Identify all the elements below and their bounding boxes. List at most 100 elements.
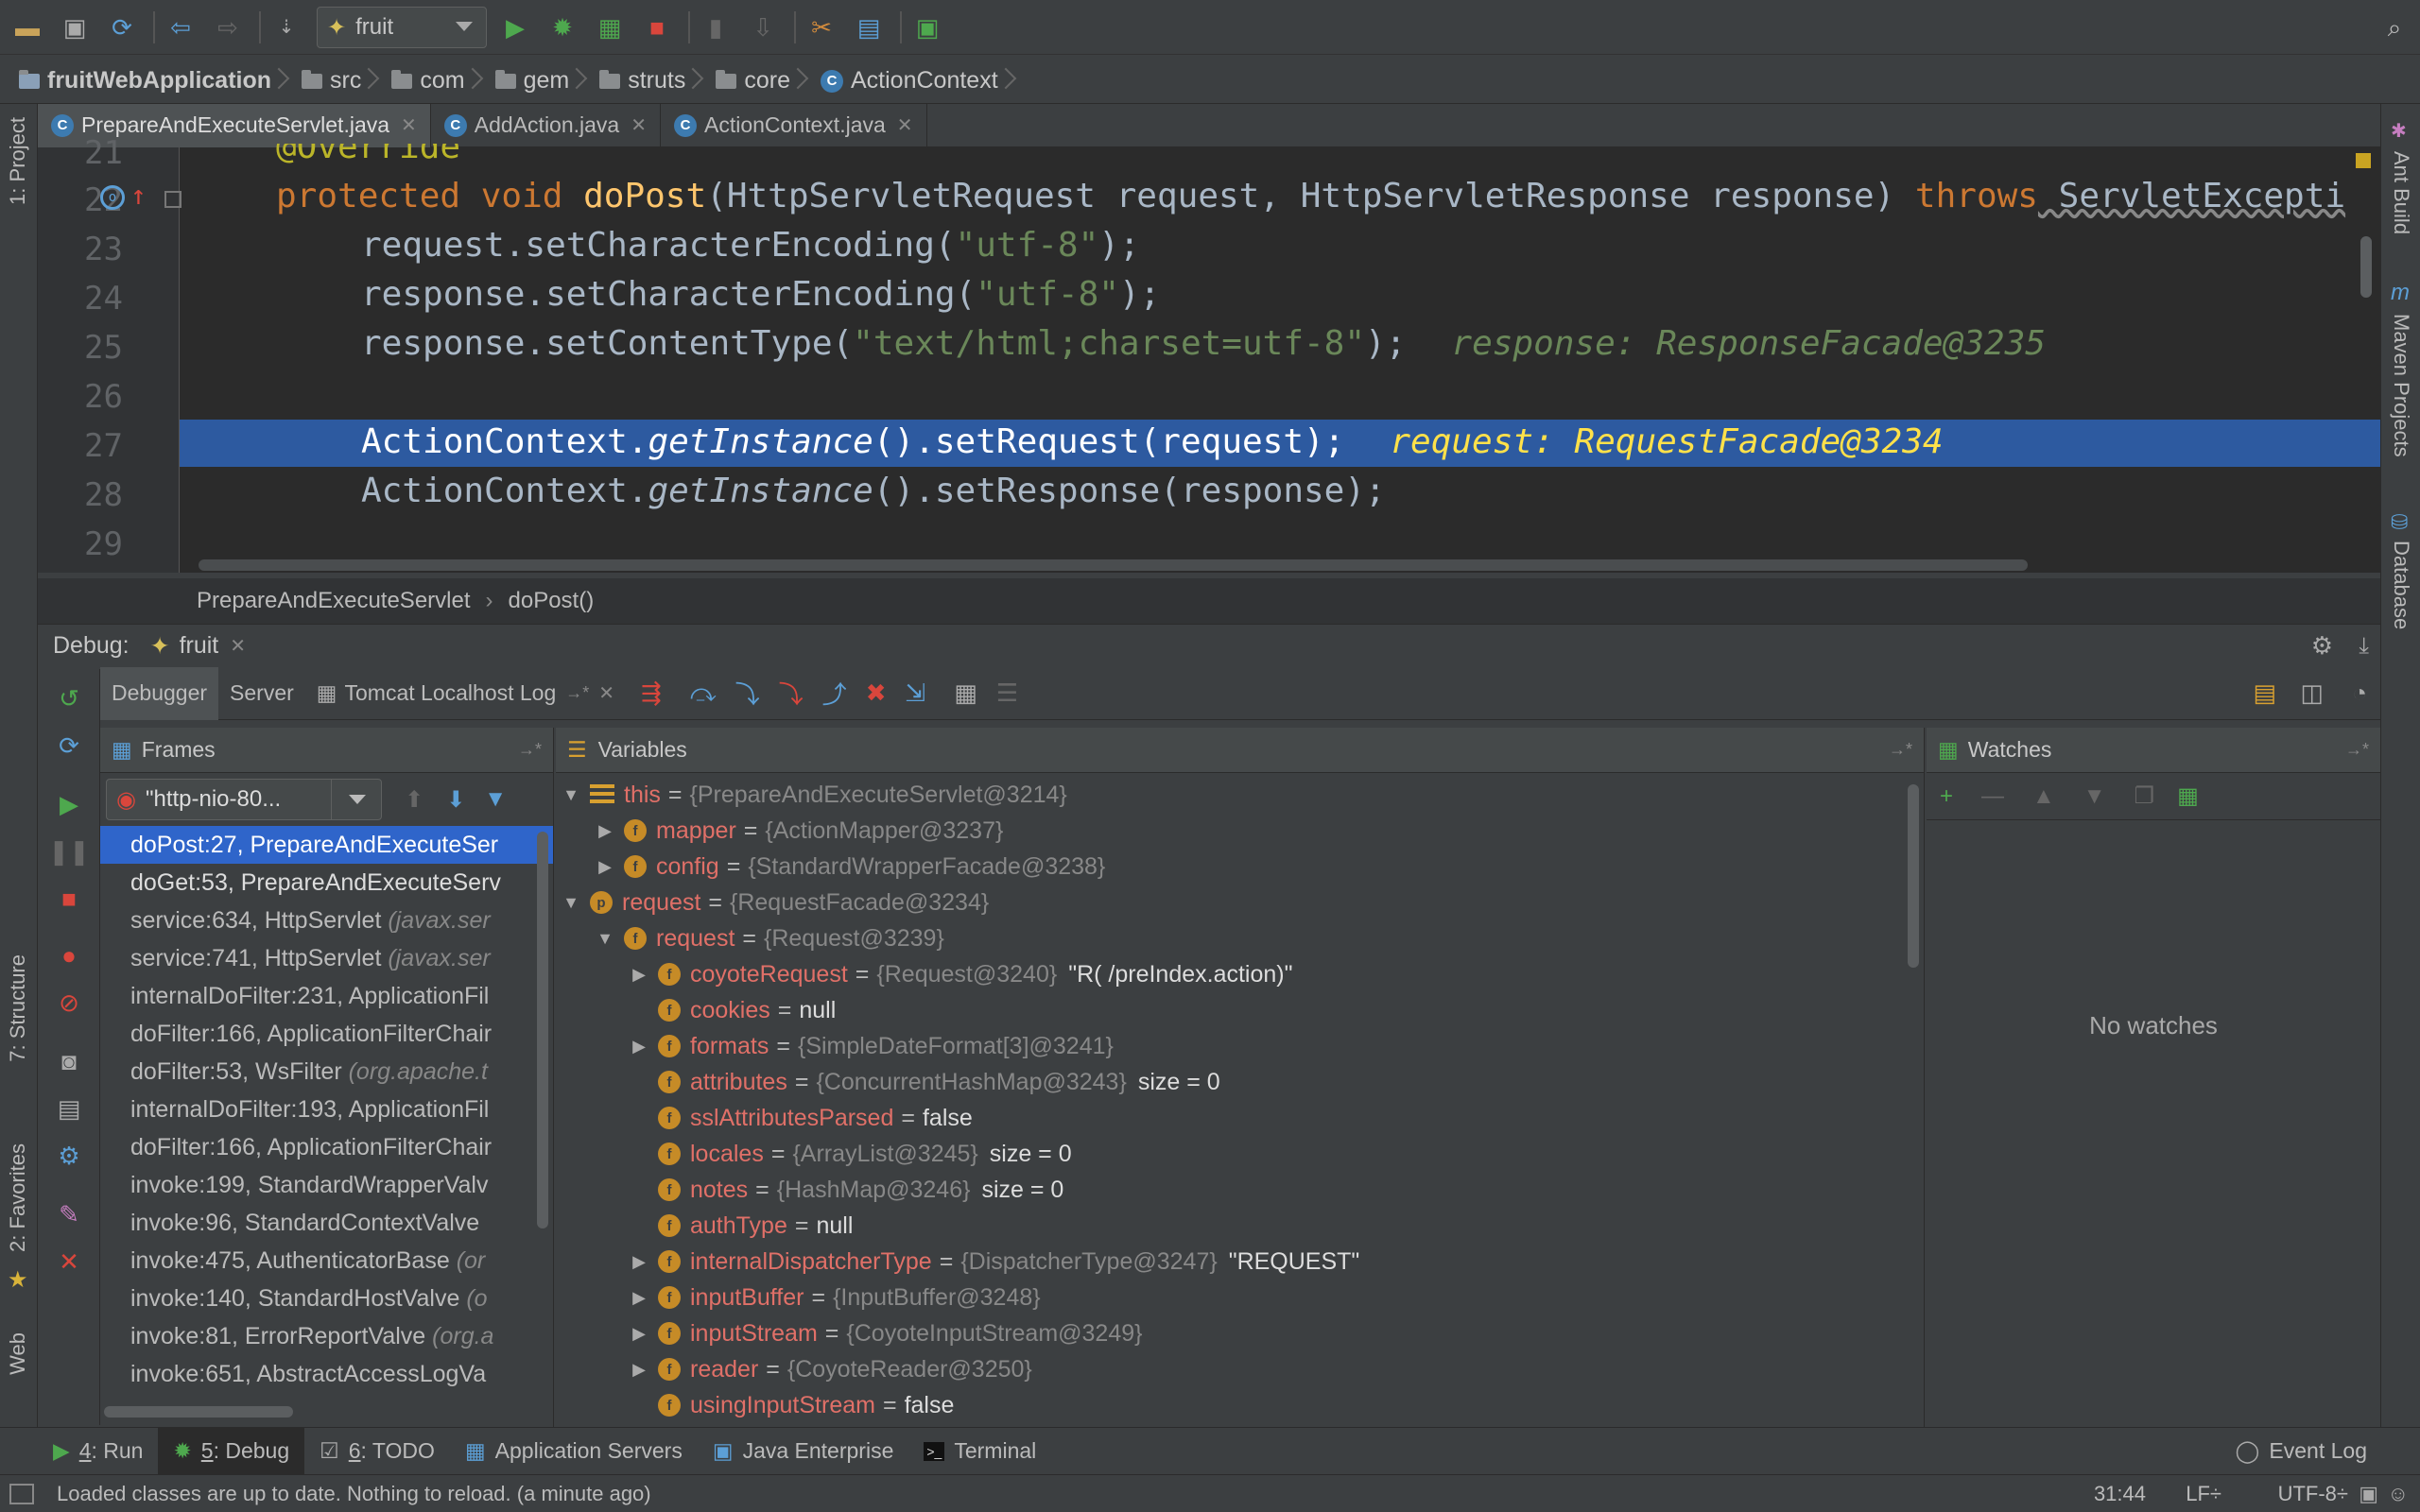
tab-action-context[interactable]: C ActionContext.java ✕ xyxy=(661,103,927,147)
pause-icon[interactable]: ❚❚ xyxy=(48,835,90,868)
tool-windows-icon[interactable] xyxy=(9,1483,34,1504)
variable-row[interactable]: f notes = {HashMap@3246} size = 0 xyxy=(556,1172,1924,1208)
expand-icon[interactable]: ▶ xyxy=(596,821,614,841)
step-into-icon[interactable]: ⤵ xyxy=(735,676,760,711)
frame-item[interactable]: doPost:27, PrepareAndExecuteSer xyxy=(100,826,553,864)
file-encoding[interactable]: UTF-8÷ xyxy=(2278,1482,2348,1506)
tab-terminal[interactable]: >_ Terminal xyxy=(908,1428,1051,1475)
variable-row[interactable]: f authType = null xyxy=(556,1208,1924,1244)
tab-run[interactable]: ▶ 4: Run xyxy=(38,1428,158,1475)
variable-row[interactable]: f cookies = null xyxy=(556,992,1924,1028)
favorites-tool-button[interactable]: 2: Favorites xyxy=(6,1143,30,1252)
tab-event-log[interactable]: ◯ Event Log xyxy=(2221,1428,2382,1475)
tab-todo[interactable]: ☑ 6: TODO xyxy=(304,1428,450,1475)
project-structure-icon[interactable]: ▤ xyxy=(853,11,885,43)
tab-debugger[interactable]: Debugger xyxy=(100,666,219,720)
camera-icon[interactable]: ◙ xyxy=(53,1045,85,1077)
resume-icon[interactable]: ▶ xyxy=(53,788,85,820)
layout-icon[interactable]: ▤ xyxy=(2253,679,2276,708)
move-down-icon[interactable]: ▼ xyxy=(2083,783,2106,810)
sync-icon[interactable]: ⟳ xyxy=(106,11,138,43)
back-icon[interactable]: ⇦ xyxy=(164,11,197,43)
project-tool-button[interactable]: 1: Project xyxy=(6,117,30,205)
watch-settings-icon[interactable]: ▦ xyxy=(2177,782,2199,810)
pin-icon[interactable]: →* xyxy=(518,740,542,760)
line-separator[interactable]: LF÷ xyxy=(2186,1482,2221,1506)
ant-build-tool-button[interactable]: Ant Build xyxy=(2389,151,2413,234)
collapse-icon[interactable]: ▼ xyxy=(596,929,614,949)
coverage-icon[interactable]: ▦ xyxy=(594,11,626,43)
show-execution-point-icon[interactable]: ⇶ xyxy=(641,679,662,708)
thread-select[interactable]: ◉ "http-nio-80... xyxy=(106,779,382,820)
variable-row[interactable]: ▶ f formats = {SimpleDateFormat[3]@3241} xyxy=(556,1028,1924,1064)
frame-item[interactable]: invoke:96, StandardContextValve xyxy=(100,1204,553,1242)
structure-tool-button[interactable]: 7: Structure xyxy=(6,954,30,1062)
variable-row[interactable]: ▼ p request = {RequestFacade@3234} xyxy=(556,885,1924,920)
pin-icon[interactable]: →* xyxy=(1889,740,1912,760)
drop-frame-icon[interactable]: ✖ xyxy=(866,679,887,708)
variable-row[interactable]: f sslAttributesParsed = false xyxy=(556,1100,1924,1136)
duplicate-icon[interactable]: ❐ xyxy=(2135,782,2155,810)
breadcrumb-actioncontext[interactable]: C ActionContext xyxy=(811,59,1019,104)
breadcrumb-src[interactable]: src xyxy=(292,59,382,104)
breadcrumb-class[interactable]: PrepareAndExecuteServlet xyxy=(197,588,471,614)
tab-tomcat-localhost-log[interactable]: ▦ Tomcat Localhost Log →* ✕ xyxy=(305,667,626,720)
frame-item[interactable]: invoke:199, StandardWrapperValv xyxy=(100,1166,553,1204)
expand-icon[interactable]: ▶ xyxy=(630,1324,648,1344)
run-configuration-select[interactable]: ✦ fruit xyxy=(317,7,487,48)
debug-icon[interactable]: ✹ xyxy=(546,11,579,43)
variable-row[interactable]: ▶ f mapper = {ActionMapper@3237} xyxy=(556,813,1924,849)
step-out-icon[interactable]: ⤴ xyxy=(822,676,847,711)
close-icon[interactable]: ✕ xyxy=(401,113,417,137)
frame-item[interactable]: invoke:81, ErrorReportValve (org.a xyxy=(100,1317,553,1355)
run-icon[interactable]: ▶ xyxy=(499,11,531,43)
vertical-scrollbar[interactable] xyxy=(2360,236,2372,298)
collapse-icon[interactable]: ▼ xyxy=(562,785,580,805)
rerun-icon[interactable]: ↺ xyxy=(53,682,85,714)
close-icon[interactable]: ✕ xyxy=(598,681,614,705)
frame-item[interactable]: doFilter:166, ApplicationFilterChair xyxy=(100,1015,553,1053)
variable-row[interactable]: f attributes = {ConcurrentHashMap@3243} size… xyxy=(556,1064,1924,1100)
variable-row[interactable]: ▶ f coyoteRequest = {Request@3240} "R( /preIn… xyxy=(556,956,1924,992)
evaluate-expression-icon[interactable]: ▦ xyxy=(954,679,977,708)
frame-item[interactable]: internalDoFilter:193, ApplicationFil xyxy=(100,1091,553,1128)
variable-row[interactable]: ▼ f request = {Request@3239} xyxy=(556,920,1924,956)
fold-icon[interactable] xyxy=(164,191,182,208)
tab-application-servers[interactable]: ▦ Application Servers xyxy=(450,1428,698,1475)
collapse-icon[interactable]: ▼ xyxy=(562,893,580,913)
tab-java-enterprise[interactable]: ▣ Java Enterprise xyxy=(698,1428,909,1475)
breadcrumb-struts[interactable]: struts xyxy=(590,59,706,104)
search-icon[interactable]: ⌕ xyxy=(2378,11,2411,43)
stop-icon[interactable]: ■ xyxy=(641,11,673,43)
horizontal-scrollbar[interactable] xyxy=(199,559,2028,571)
variable-row[interactable]: ▶ f inputStream = {CoyoteInputStream@3249} xyxy=(556,1315,1924,1351)
frame-item[interactable]: service:741, HttpServlet (javax.ser xyxy=(100,939,553,977)
frame-item[interactable]: invoke:651, AbstractAccessLogVa xyxy=(100,1355,553,1393)
view-breakpoints-icon[interactable]: ● xyxy=(53,939,85,971)
variable-row[interactable]: ▶ f config = {StandardWrapperFacade@3238} xyxy=(556,849,1924,885)
tab-debug[interactable]: ✹ 5: Debug xyxy=(158,1427,305,1475)
frames-scrollbar[interactable] xyxy=(537,832,548,1228)
expand-icon[interactable]: ▶ xyxy=(630,1360,648,1380)
variable-row[interactable]: ▼ this = {PrepareAndExecuteServlet@3214} xyxy=(556,777,1924,813)
expand-icon[interactable]: ▶ xyxy=(630,1252,648,1272)
mute-breakpoints-icon[interactable]: ⊘ xyxy=(53,987,85,1019)
override-marker-icon[interactable]: o xyxy=(100,185,125,210)
breadcrumb-method[interactable]: doPost() xyxy=(509,588,595,614)
frame-item[interactable]: invoke:140, StandardHostValve (o xyxy=(100,1280,553,1317)
breadcrumb-gem[interactable]: gem xyxy=(486,59,591,104)
frame-item[interactable]: doFilter:166, ApplicationFilterChair xyxy=(100,1128,553,1166)
debug-session-tab[interactable]: fruit xyxy=(180,632,219,660)
build-icon[interactable]: ⇣ xyxy=(270,11,302,43)
variable-row[interactable]: f locales = {ArrayList@3245} size = 0 xyxy=(556,1136,1924,1172)
variable-row[interactable]: ▶ f internalDispatcherType = {DispatcherType… xyxy=(556,1244,1924,1280)
frame-item[interactable]: service:634, HttpServlet (javax.ser xyxy=(100,902,553,939)
speed-icon[interactable]: ◔ xyxy=(2352,679,2367,708)
close-icon[interactable]: ✕ xyxy=(897,113,913,137)
filter-icon[interactable]: ▼ xyxy=(484,786,507,813)
restore-layout-icon[interactable]: ◫ xyxy=(2300,679,2324,708)
caret-position[interactable]: 31:44 xyxy=(2094,1482,2146,1506)
variable-row[interactable]: ▶ f inputBuffer = {InputBuffer@3248} xyxy=(556,1280,1924,1315)
close-icon[interactable]: ✕ xyxy=(53,1246,85,1278)
frames-hscrollbar[interactable] xyxy=(104,1406,293,1418)
